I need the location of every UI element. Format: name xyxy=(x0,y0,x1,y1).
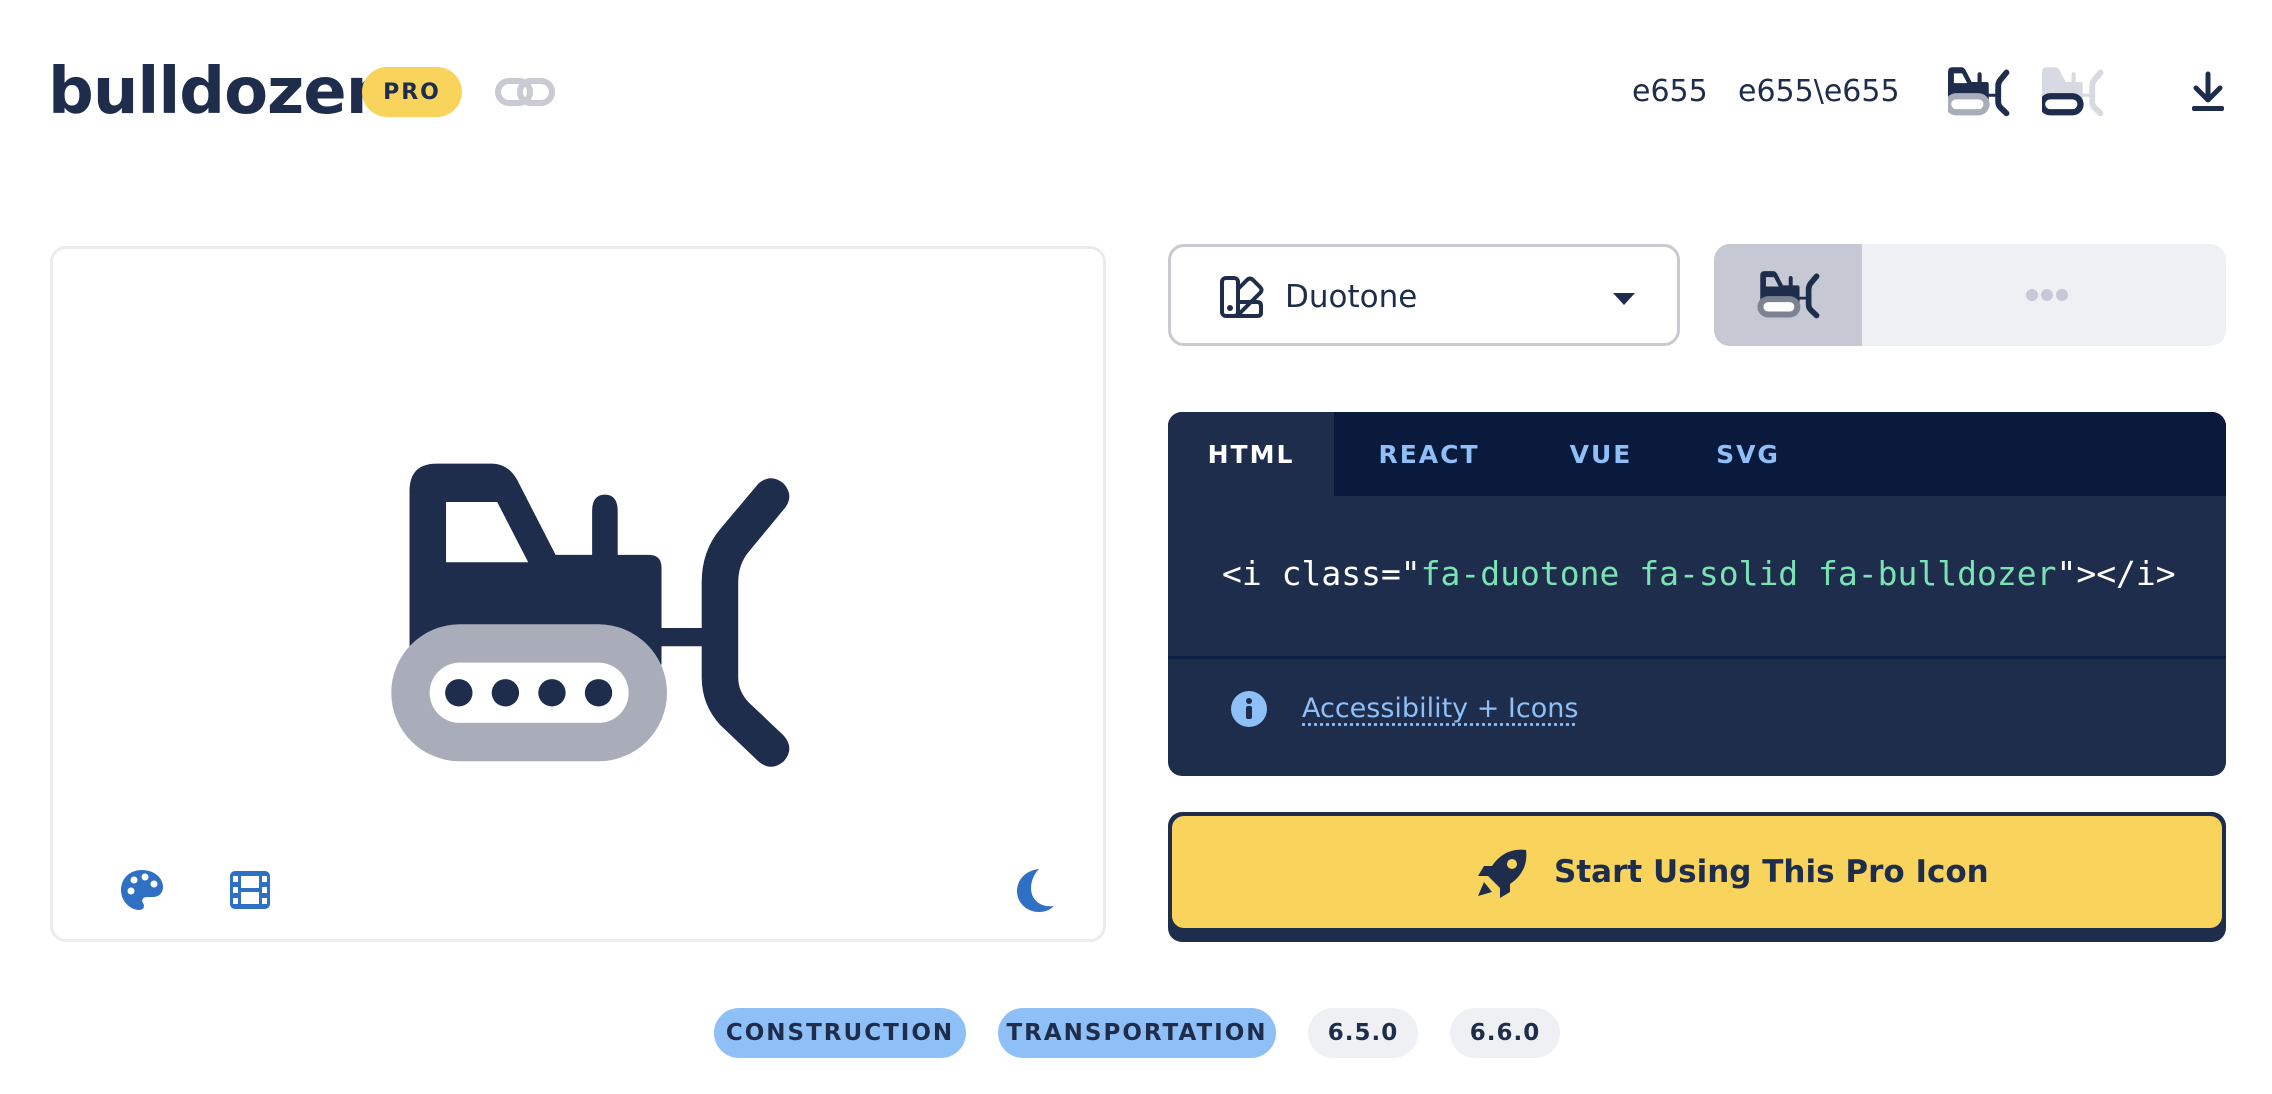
bulldozer-icon xyxy=(1757,271,1820,319)
palette-icon[interactable] xyxy=(119,867,165,913)
code-tabs: HTML REACT VUE SVG xyxy=(1168,412,2226,496)
tag-list: CONSTRUCTION TRANSPORTATION 6.5.0 6.6.0 xyxy=(0,1008,2272,1058)
style-select[interactable]: Duotone xyxy=(1168,244,1680,346)
family-toggle xyxy=(1714,244,2226,346)
ellipsis-icon[interactable] xyxy=(2024,282,2070,308)
cta-label: Start Using This Pro Icon xyxy=(1554,854,1989,890)
style-select-value: Duotone xyxy=(1285,279,1418,315)
code-prefix: <i class=" xyxy=(1222,554,1421,593)
tag-category[interactable]: CONSTRUCTION xyxy=(714,1008,966,1058)
tag-category[interactable]: TRANSPORTATION xyxy=(998,1008,1276,1058)
unicode-double-copy[interactable]: e655\e655 xyxy=(1738,72,1900,112)
icon-title: bulldozer xyxy=(48,55,377,129)
caret-down-icon xyxy=(1613,293,1635,305)
moon-icon[interactable] xyxy=(1011,867,1057,913)
tag-version[interactable]: 6.5.0 xyxy=(1308,1008,1418,1058)
bulldozer-outline-icon[interactable] xyxy=(2042,66,2104,118)
tab-vue[interactable]: VUE xyxy=(1524,412,1678,496)
start-using-pro-button[interactable]: Start Using This Pro Icon xyxy=(1172,816,2222,928)
bulldozer-preview-icon xyxy=(391,463,790,767)
code-classes: fa-duotone fa-solid fa-bulldozer xyxy=(1420,554,2057,593)
rocket-icon xyxy=(1478,849,1527,898)
tag-version[interactable]: 6.6.0 xyxy=(1450,1008,1560,1058)
family-option-duotone[interactable] xyxy=(1714,244,1862,346)
tab-svg[interactable]: SVG xyxy=(1678,412,1818,496)
unicode-copy[interactable]: e655 xyxy=(1632,72,1708,112)
icon-header: bulldozer PRO e655 e655\e655 xyxy=(48,52,2224,132)
film-icon[interactable] xyxy=(227,867,273,913)
bulldozer-icon[interactable] xyxy=(1948,66,2010,118)
tab-react[interactable]: REACT xyxy=(1334,412,1524,496)
code-divider xyxy=(1168,656,2226,659)
download-icon[interactable] xyxy=(2184,68,2232,116)
code-snippet[interactable]: <i class="fa-duotone fa-solid fa-bulldoz… xyxy=(1222,552,2176,596)
link-icon[interactable] xyxy=(494,69,556,115)
pro-badge: PRO xyxy=(362,67,462,117)
code-suffix: "></i> xyxy=(2056,554,2176,593)
icon-preview xyxy=(50,246,1106,942)
info-icon xyxy=(1231,691,1267,727)
tab-html[interactable]: HTML xyxy=(1168,412,1334,496)
accessibility-link[interactable]: Accessibility + Icons xyxy=(1302,690,1578,728)
swatchbook-icon xyxy=(1220,276,1264,318)
code-panel: HTML REACT VUE SVG <i class="fa-duotone … xyxy=(1168,412,2226,776)
